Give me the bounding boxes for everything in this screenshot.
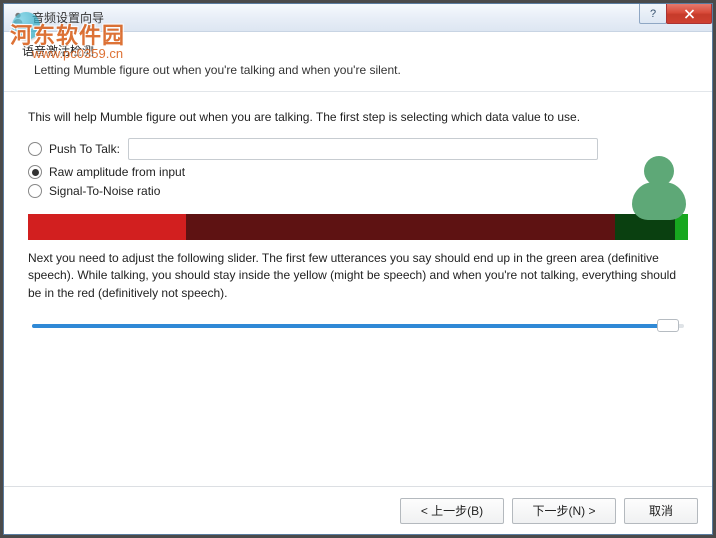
wizard-body: This will help Mumble figure out when yo…: [4, 92, 712, 486]
wizard-footer: < 上一步(B) 下一步(N) > 取消: [4, 486, 712, 534]
button-label: < 上一步(B): [421, 502, 483, 519]
option-raw-amplitude[interactable]: Raw amplitude from input: [28, 165, 688, 179]
option-snr[interactable]: Signal-To-Noise ratio: [28, 184, 688, 198]
next-button[interactable]: 下一步(N) >: [512, 498, 616, 524]
vu-seg-red: [186, 214, 615, 240]
page-title: 语音激活检测: [22, 42, 694, 59]
radio-snr[interactable]: [28, 184, 42, 198]
titlebar[interactable]: 音频设置向导 ?: [4, 4, 712, 32]
audio-wizard-window: 音频设置向导 ? 河东软件园 www.pc0359.cn 语音激活检测 Lett…: [3, 3, 713, 535]
slider-thumb[interactable]: [657, 319, 679, 332]
help-icon: ?: [650, 8, 656, 20]
button-label: 取消: [649, 502, 673, 519]
help-button[interactable]: ?: [639, 4, 667, 24]
option-push-to-talk[interactable]: Push To Talk:: [28, 138, 688, 160]
cancel-button[interactable]: 取消: [624, 498, 698, 524]
threshold-slider[interactable]: [28, 316, 688, 340]
app-icon: [10, 10, 26, 26]
vu-meter: [28, 214, 688, 240]
vu-seg-active-red: [28, 214, 186, 240]
window-title: 音频设置向导: [32, 9, 104, 26]
slider-fill: [32, 324, 672, 328]
option-label: Raw amplitude from input: [49, 165, 185, 179]
close-icon: [684, 9, 695, 19]
option-label: Push To Talk:: [49, 142, 120, 156]
button-label: 下一步(N) >: [532, 502, 595, 519]
radio-ptt[interactable]: [28, 142, 42, 156]
user-avatar-icon: [630, 156, 688, 222]
option-label: Signal-To-Noise ratio: [49, 184, 160, 198]
slider-help-text: Next you need to adjust the following sl…: [28, 250, 688, 302]
page-subtitle: Letting Mumble figure out when you're ta…: [34, 63, 694, 77]
radio-raw[interactable]: [28, 165, 42, 179]
back-button[interactable]: < 上一步(B): [400, 498, 504, 524]
intro-text: This will help Mumble figure out when yo…: [28, 110, 688, 124]
push-to-talk-input[interactable]: [128, 138, 598, 160]
wizard-header: 语音激活检测 Letting Mumble figure out when yo…: [4, 32, 712, 91]
close-button[interactable]: [666, 4, 712, 24]
